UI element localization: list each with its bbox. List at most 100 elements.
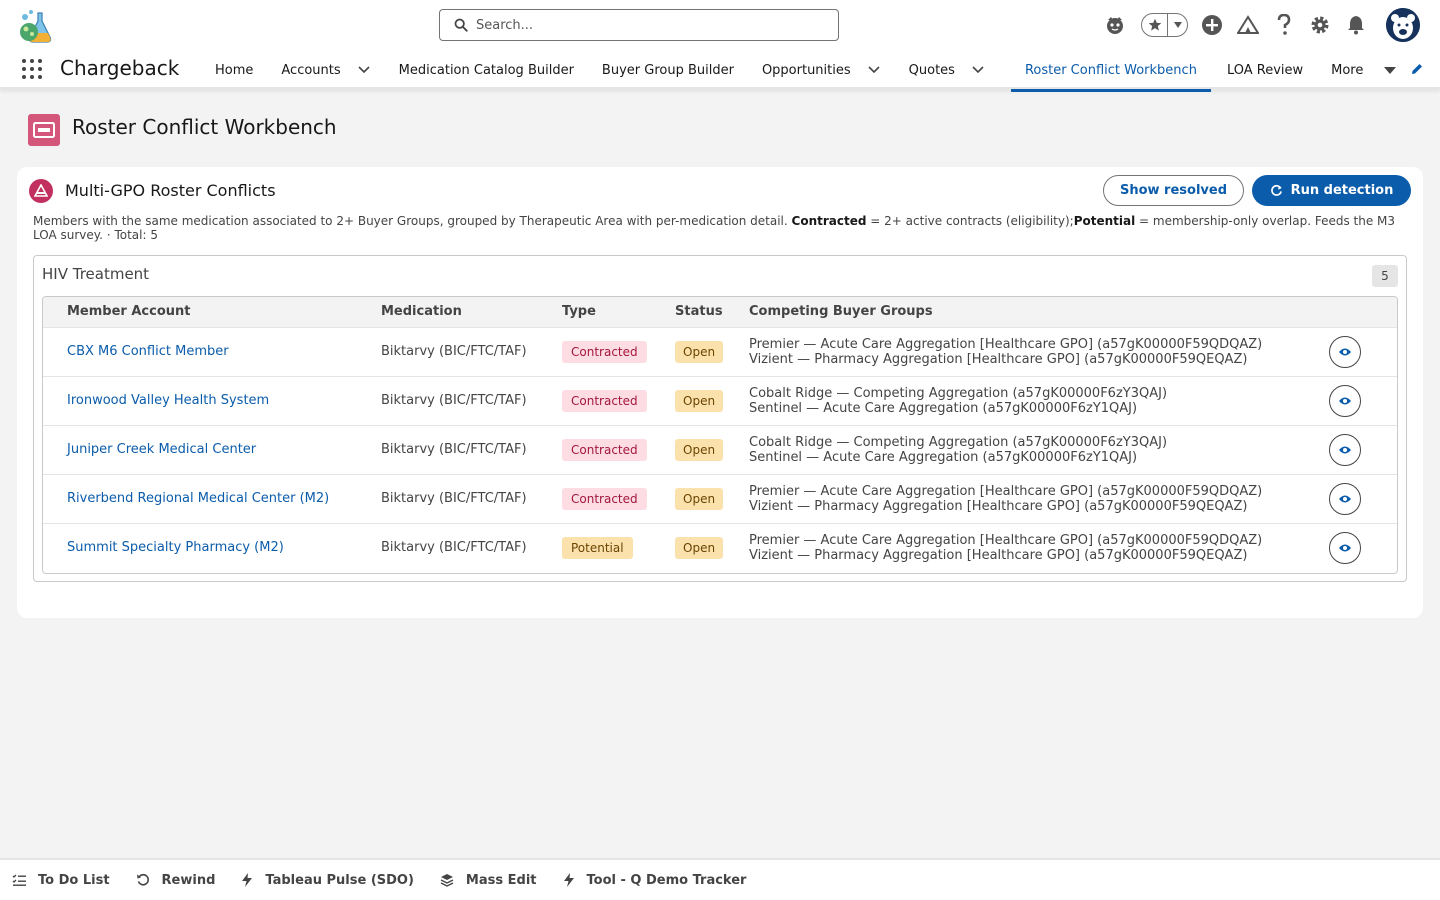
utility-item-q-demo-tracker[interactable]: Tool - Q Demo Tracker bbox=[563, 872, 747, 888]
desc-intro: Members with the same medication associa… bbox=[33, 214, 792, 228]
col-type: Type bbox=[562, 304, 596, 320]
member-account-link[interactable]: Summit Specialty Pharmacy (M2) bbox=[67, 523, 381, 572]
view-button[interactable] bbox=[1329, 384, 1361, 417]
type-badge: Potential bbox=[562, 536, 633, 559]
status-badge: Open bbox=[675, 340, 724, 363]
card-title: Multi-GPO Roster Conflicts bbox=[65, 181, 276, 200]
card-description: Members with the same medication associa… bbox=[33, 214, 1407, 242]
competing-groups-cell: Premier — Acute Care Aggregation [Health… bbox=[749, 327, 1329, 376]
caret-down-icon[interactable] bbox=[1383, 63, 1397, 77]
type-badge: Contracted bbox=[562, 340, 647, 363]
chevron-down-icon[interactable] bbox=[867, 63, 881, 77]
nav-item-label: Buyer Group Builder bbox=[601, 62, 734, 78]
help-icon[interactable] bbox=[1272, 13, 1296, 37]
nav-item-home[interactable]: Home bbox=[201, 50, 267, 90]
view-button[interactable] bbox=[1329, 335, 1361, 368]
nav-item-opportunities[interactable]: Opportunities bbox=[748, 50, 895, 90]
user-avatar[interactable] bbox=[1386, 8, 1420, 42]
member-account-link[interactable]: Juniper Creek Medical Center bbox=[67, 425, 381, 474]
nav-item-quotes[interactable]: Quotes bbox=[895, 50, 999, 90]
nav-item-label: Quotes bbox=[908, 62, 955, 78]
buyer-group-line: Sentinel — Acute Care Aggregation (a57gK… bbox=[749, 449, 1138, 465]
run-detection-button[interactable]: Run detection bbox=[1252, 175, 1411, 206]
org-logo-icon[interactable] bbox=[16, 7, 56, 45]
eye-icon bbox=[1339, 495, 1351, 502]
utility-item-mass-edit[interactable]: Mass Edit bbox=[440, 873, 537, 888]
global-header bbox=[0, 0, 1440, 50]
notifications-bell-icon[interactable] bbox=[1344, 13, 1368, 37]
setup-gear-icon[interactable] bbox=[1308, 13, 1332, 37]
buyer-group-line: Premier — Acute Care Aggregation [Health… bbox=[749, 483, 1263, 499]
utility-item-label: Tableau Pulse (SDO) bbox=[265, 872, 414, 888]
favorites-dropdown-icon[interactable] bbox=[1168, 14, 1187, 36]
roster-conflicts-card: Multi-GPO Roster Conflicts Show resolved… bbox=[17, 167, 1423, 618]
status-badge: Open bbox=[675, 536, 724, 559]
col-status: Status bbox=[675, 304, 723, 320]
chevron-down-icon[interactable] bbox=[357, 63, 371, 77]
view-button[interactable] bbox=[1329, 433, 1361, 466]
utility-item-label: Tool - Q Demo Tracker bbox=[586, 872, 747, 888]
search-input[interactable] bbox=[476, 17, 816, 33]
desc-contracted-term: Contracted bbox=[791, 214, 867, 228]
group-title: HIV Treatment bbox=[42, 265, 150, 283]
table-row: Juniper Creek Medical Center Biktarvy (B… bbox=[43, 425, 1397, 474]
assistant-icon[interactable] bbox=[1103, 13, 1127, 37]
member-account-link[interactable]: Ironwood Valley Health System bbox=[67, 376, 381, 425]
buyer-group-line: Premier — Acute Care Aggregation [Health… bbox=[749, 532, 1263, 548]
status-badge: Open bbox=[675, 389, 724, 412]
run-detection-label: Run detection bbox=[1290, 183, 1394, 198]
nav-item-label: More bbox=[1331, 62, 1364, 78]
nav-item-label: LOA Review bbox=[1226, 62, 1304, 78]
nav-item-label: Home bbox=[215, 62, 254, 78]
lightning-icon bbox=[242, 873, 253, 887]
show-resolved-button[interactable]: Show resolved bbox=[1103, 175, 1244, 206]
nav-item-label: Medication Catalog Builder bbox=[398, 62, 574, 78]
table-header-row: Member Account Medication Type Status Co… bbox=[43, 297, 1397, 327]
group-count-badge: 5 bbox=[1372, 265, 1398, 287]
nav-item-medication-catalog-builder[interactable]: Medication Catalog Builder bbox=[385, 50, 588, 90]
eye-icon bbox=[1339, 446, 1351, 453]
edit-nav-pencil-icon[interactable] bbox=[1410, 62, 1424, 76]
nav-item-accounts[interactable]: Accounts bbox=[267, 50, 384, 90]
app-launcher-icon[interactable] bbox=[22, 59, 42, 79]
utility-bar: To Do List Rewind Tableau Pulse (SDO) Ma… bbox=[0, 858, 1440, 900]
therapeutic-area-group: HIV Treatment 5 Member Account Medicatio… bbox=[33, 255, 1407, 582]
utility-item-to-do-list[interactable]: To Do List bbox=[12, 873, 110, 888]
nav-item-more[interactable]: More bbox=[1317, 50, 1411, 90]
view-button[interactable] bbox=[1329, 531, 1361, 564]
app-name: Chargeback bbox=[60, 56, 180, 80]
buyer-group-line: Premier — Acute Care Aggregation [Health… bbox=[749, 336, 1263, 352]
member-account-link[interactable]: CBX M6 Conflict Member bbox=[67, 327, 381, 376]
header-icons bbox=[1091, 8, 1420, 42]
favorites-group bbox=[1141, 13, 1188, 37]
utility-item-tableau-pulse[interactable]: Tableau Pulse (SDO) bbox=[241, 873, 414, 888]
buyer-group-line: Vizient — Pharmacy Aggregation [Healthca… bbox=[749, 498, 1248, 514]
global-create-icon[interactable] bbox=[1200, 13, 1224, 37]
nav-item-loa-review[interactable]: LOA Review bbox=[1213, 50, 1317, 90]
type-badge: Contracted bbox=[562, 389, 647, 412]
list-icon bbox=[12, 874, 26, 886]
trailhead-icon[interactable] bbox=[1236, 13, 1260, 37]
status-badge: Open bbox=[675, 438, 724, 461]
col-medication: Medication bbox=[381, 304, 462, 320]
buyer-group-line: Sentinel — Acute Care Aggregation (a57gK… bbox=[749, 400, 1138, 416]
buyer-group-line: Vizient — Pharmacy Aggregation [Healthca… bbox=[749, 351, 1248, 367]
table-row: CBX M6 Conflict Member Biktarvy (BIC/FTC… bbox=[43, 327, 1397, 376]
chevron-down-icon[interactable] bbox=[971, 63, 985, 77]
eye-icon bbox=[1339, 544, 1351, 552]
roster-workbench-icon bbox=[28, 114, 60, 146]
desc-potential-term: Potential bbox=[1073, 214, 1136, 228]
nav-item-buyer-group-builder[interactable]: Buyer Group Builder bbox=[588, 50, 748, 90]
utility-item-rewind[interactable]: Rewind bbox=[136, 873, 215, 888]
lightning-icon bbox=[563, 873, 574, 887]
favorites-star-icon[interactable] bbox=[1142, 14, 1168, 36]
global-search[interactable] bbox=[439, 9, 839, 41]
view-button[interactable] bbox=[1329, 482, 1361, 515]
nav-item-roster-conflict-workbench[interactable]: Roster Conflict Workbench bbox=[1010, 50, 1211, 92]
status-badge: Open bbox=[675, 487, 724, 510]
col-member-account: Member Account bbox=[67, 304, 191, 320]
utility-item-label: To Do List bbox=[38, 872, 110, 888]
buyer-group-line: Cobalt Ridge — Competing Aggregation (a5… bbox=[749, 434, 1168, 450]
buyer-group-line: Vizient — Pharmacy Aggregation [Healthca… bbox=[749, 547, 1248, 563]
member-account-link[interactable]: Riverbend Regional Medical Center (M2) bbox=[67, 474, 381, 523]
